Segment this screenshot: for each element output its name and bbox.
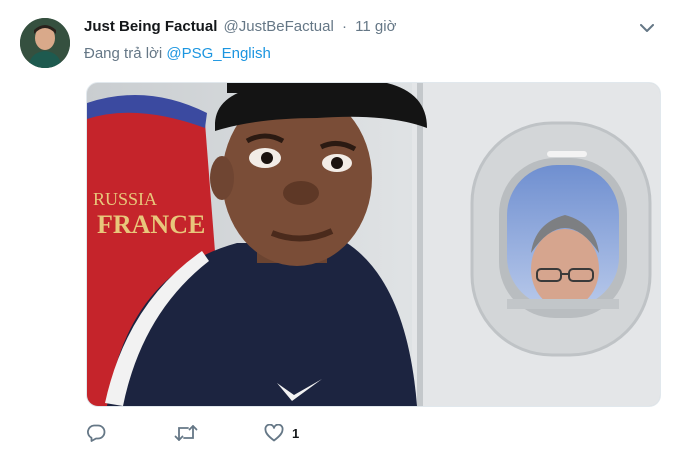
heart-icon	[264, 424, 284, 442]
timestamp[interactable]: 11 giờ	[355, 18, 396, 35]
user-handle[interactable]: @JustBeFactual	[224, 18, 334, 35]
retweet-icon	[174, 425, 198, 441]
tweet-menu-button[interactable]	[636, 18, 658, 38]
seat-text-russia: RUSSIA	[93, 189, 157, 209]
tweet: Just Being Factual @JustBeFactual · 11 g…	[0, 0, 693, 450]
reply-button[interactable]	[86, 424, 174, 442]
retweet-button[interactable]	[174, 424, 264, 442]
reply-icon	[87, 424, 106, 442]
chevron-down-icon	[640, 23, 654, 32]
display-name[interactable]: Just Being Factual	[84, 18, 217, 35]
avatar[interactable]	[20, 18, 70, 68]
tweet-header: Just Being Factual @JustBeFactual · 11 g…	[84, 17, 396, 37]
tweet-actions: 1	[86, 420, 324, 446]
reply-prefix: Đang trả lời	[84, 45, 163, 62]
separator-dot: ·	[341, 18, 347, 35]
like-count: 1	[292, 425, 300, 441]
seat-text-france: FRANCE	[97, 210, 205, 239]
reply-context: Đang trả lời @PSG_English	[84, 44, 271, 64]
like-button[interactable]: 1	[264, 424, 324, 442]
tweet-image[interactable]: RUSSIA FRANCE	[86, 82, 661, 407]
reply-handle-link[interactable]: @PSG_English	[166, 45, 270, 62]
